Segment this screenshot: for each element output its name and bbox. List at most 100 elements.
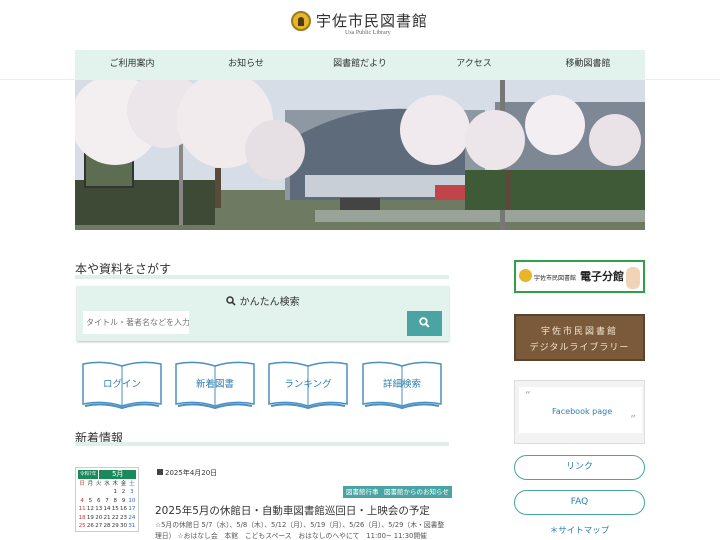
library-emblem-icon — [519, 269, 532, 282]
calendar-weekday: 木 — [112, 481, 119, 487]
login-label: ログイン — [102, 379, 141, 390]
calendar-weekday: 土 — [129, 481, 135, 487]
e-library-big-label: 電子分館 — [580, 270, 624, 283]
calendar-day: 3 — [130, 489, 134, 496]
calendar-day: 24 — [128, 514, 136, 521]
calendar-weekday: 月 — [87, 481, 94, 487]
facebook-card: “ Facebook page ” — [519, 387, 642, 433]
quick-search-heading: かんたん検索 — [77, 293, 449, 308]
calendar-thumbnail[interactable]: 令和7年 5月 日月火水木金土 1 2 3 4 5 6 7 8 9 10 11 12 13 14 15 16 17… — [75, 467, 139, 532]
page: 宇佐市民図書館 Usa Public Library ご利用案内 お知らせ 図書… — [0, 0, 720, 540]
new-books-button[interactable]: 新着図書 — [174, 360, 256, 410]
advanced-search-label: 詳細検索 — [382, 379, 421, 390]
calendar-week-row: 18 19 20 21 22 23 24 — [78, 514, 136, 522]
calendar-day: 8 — [113, 497, 118, 504]
ranking-label: ランキング — [284, 379, 332, 390]
sitemap-link[interactable]: ＊サイトマップ — [514, 524, 645, 536]
tag-event[interactable]: 図書館行事 — [343, 486, 382, 498]
calendar-day: 7 — [105, 497, 109, 504]
calendar-day: 17 — [128, 506, 136, 513]
calendar-day — [78, 488, 86, 496]
calendar-day: 30 — [120, 523, 128, 530]
site-title: 宇佐市民図書館 — [316, 12, 429, 30]
search-icon — [419, 317, 430, 328]
links-button[interactable]: リンク — [514, 455, 645, 480]
news-title[interactable]: 2025年5月の休館日・自動車図書館巡回日・上映会の予定 — [155, 503, 430, 518]
calendar-day: 11 — [78, 506, 86, 513]
calendar-day: 2 — [121, 489, 126, 496]
calendar-day: 9 — [121, 497, 126, 504]
library-cherry-blossom-image — [75, 80, 645, 230]
calendar-icon — [157, 469, 163, 475]
section-underline — [75, 275, 449, 279]
nav-item-mobile-library[interactable]: 移動図書館 — [531, 50, 645, 79]
calendar-day: 12 — [86, 506, 94, 513]
news-date-text: 2025年4月20日 — [165, 469, 218, 477]
calendar-day: 15 — [111, 506, 119, 513]
nav-item-news[interactable]: お知らせ — [189, 50, 303, 79]
calendar-day: 26 — [86, 523, 94, 530]
calendar-month: 5月 — [99, 470, 136, 479]
e-library-small-label: 宇佐市民図書館 — [534, 275, 577, 282]
search-button[interactable] — [407, 311, 442, 336]
calendar-day — [86, 488, 94, 496]
calendar-era: 令和7年 — [78, 470, 99, 479]
digital-library-banner[interactable]: 宇佐市民図書館 デジタルライブラリー — [514, 314, 645, 361]
calendar-day: 23 — [120, 514, 128, 521]
facebook-link[interactable]: Facebook page — [552, 407, 612, 416]
quote-open-icon: “ — [525, 389, 531, 402]
search-input[interactable] — [83, 311, 189, 334]
calendar-weekday-row: 日月火水木金土 — [78, 480, 136, 488]
calendar-day: 14 — [103, 506, 111, 513]
nav-item-guide[interactable]: ご利用案内 — [75, 50, 189, 79]
character-illustration — [626, 267, 640, 289]
hero-photo — [75, 80, 645, 230]
calendar-weekday: 火 — [95, 481, 102, 487]
nav-item-newsletter[interactable]: 図書館だより — [303, 50, 417, 79]
new-books-label: 新着図書 — [195, 379, 234, 390]
faq-button[interactable]: FAQ — [514, 490, 645, 515]
calendar-week-row: 123 — [78, 488, 136, 496]
tag-notice[interactable]: 図書館からのお知らせ — [381, 486, 452, 498]
calendar-day: 25 — [78, 523, 86, 530]
calendar-day: 16 — [120, 506, 128, 513]
e-library-banner[interactable]: 宇佐市民図書館 電子分館 — [514, 260, 645, 293]
calendar-day: 20 — [95, 514, 103, 521]
calendar-day: 1 — [113, 489, 118, 496]
section-underline — [75, 442, 449, 446]
calendar-weekday: 金 — [120, 481, 127, 487]
search-icon — [226, 296, 236, 306]
calendar-day: 31 — [128, 523, 136, 530]
calendar-week-row: 4 5 6 7 8 9 10 — [78, 497, 136, 505]
site-header: 宇佐市民図書館 Usa Public Library ご利用案内 お知らせ 図書… — [0, 0, 720, 80]
news-excerpt: ☆5月の休館日 5/7（水）、5/8（木）、5/12（月）、5/19（月）、5/… — [155, 521, 445, 540]
calendar-day: 28 — [103, 523, 111, 530]
calendar-grid: 日月火水木金土 1 2 3 4 5 6 7 8 9 10 11 12 13 14 15 16 17 18 19 20 21… — [78, 480, 136, 530]
calendar-day: 13 — [95, 506, 103, 513]
library-emblem-icon — [291, 10, 311, 31]
quick-search-panel: かんたん検索 — [77, 286, 449, 341]
advanced-search-button[interactable]: 詳細検索 — [361, 360, 443, 410]
calendar-day: 4 — [80, 497, 84, 504]
calendar-day: 19 — [86, 514, 94, 521]
main-nav: ご利用案内 お知らせ 図書館だより アクセス 移動図書館 — [75, 50, 645, 79]
quote-close-icon: ” — [630, 413, 636, 426]
calendar-weekday: 水 — [104, 481, 110, 487]
login-button[interactable]: ログイン — [81, 360, 163, 410]
site-subtitle: Usa Public Library — [345, 30, 391, 36]
nav-item-access[interactable]: アクセス — [417, 50, 531, 79]
calendar-day: 10 — [128, 497, 136, 504]
news-date: 2025年4月20日 — [157, 468, 217, 478]
calendar-day: 22 — [111, 514, 119, 521]
calendar-day: 18 — [78, 514, 86, 521]
quick-search-label: かんたん検索 — [239, 297, 300, 308]
calendar-header: 令和7年 5月 — [78, 470, 136, 479]
facebook-widget[interactable]: “ Facebook page ” — [514, 380, 645, 444]
calendar-week-row: 25 26 27 28 29 30 31 — [78, 522, 136, 530]
calendar-day: 29 — [111, 523, 119, 530]
digital-library-line1: 宇佐市民図書館 — [540, 327, 618, 337]
calendar-day: 21 — [103, 514, 111, 521]
ranking-button[interactable]: ランキング — [267, 360, 349, 410]
site-logo[interactable]: 宇佐市民図書館 — [291, 10, 428, 31]
calendar-weekday: 日 — [79, 481, 85, 487]
